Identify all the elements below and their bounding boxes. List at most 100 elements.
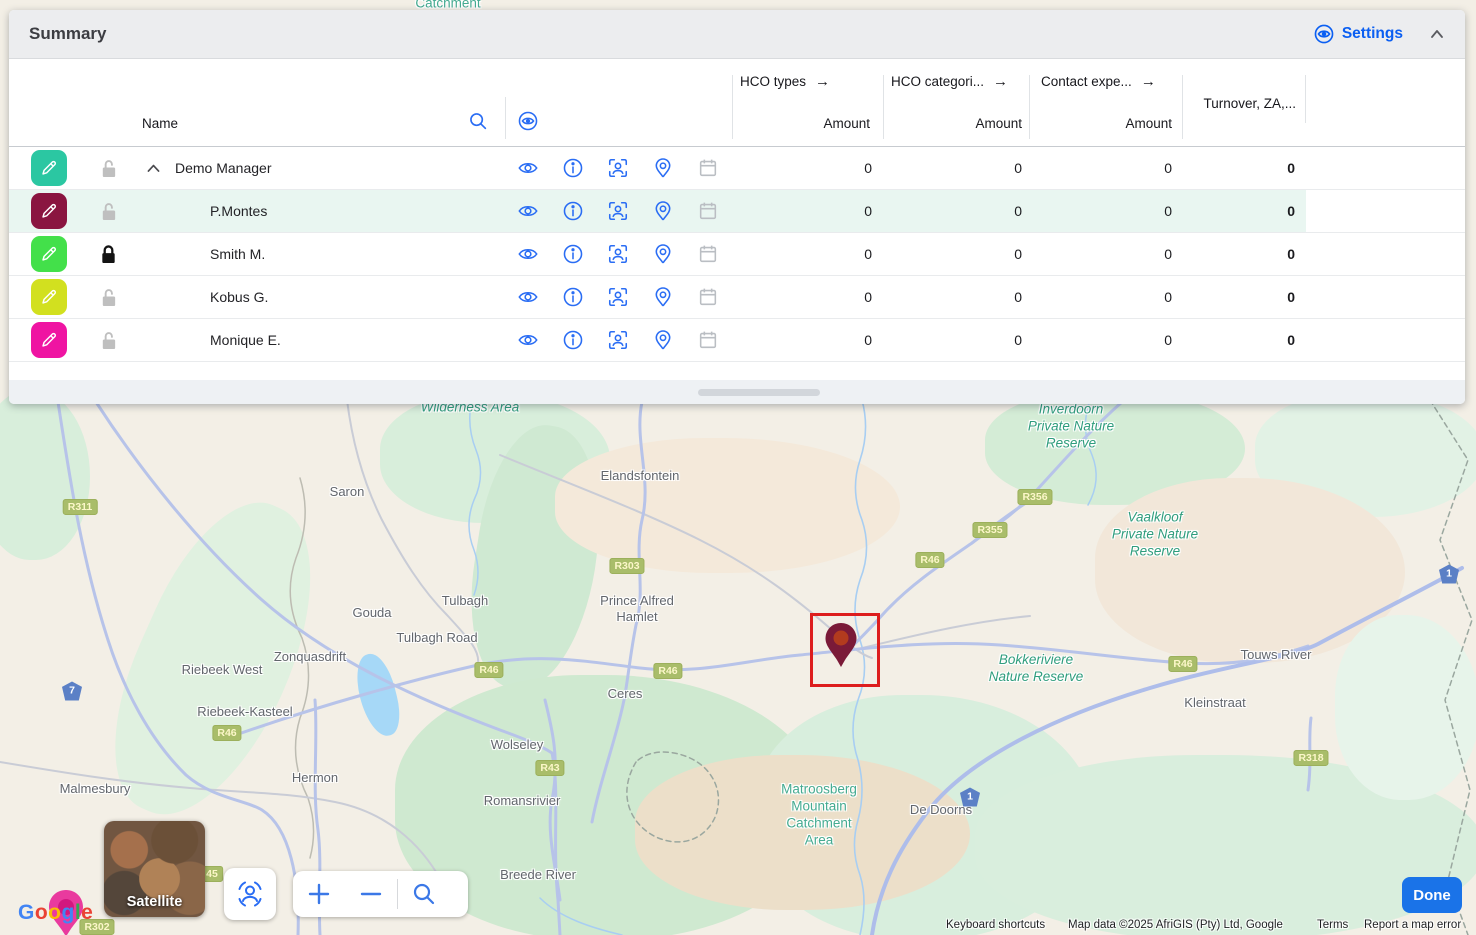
map-place-label: Kleinstraat xyxy=(1184,695,1245,711)
locked-icon[interactable] xyxy=(99,244,118,265)
road-badge: R355 xyxy=(972,522,1007,538)
table-row[interactable]: Demo Manager0000 xyxy=(9,147,1465,190)
view-icon[interactable] xyxy=(517,243,539,265)
report-map-error-link[interactable]: Report a map error xyxy=(1364,919,1461,931)
amount-value: 0 xyxy=(1164,246,1172,262)
map-marker-pin[interactable] xyxy=(823,621,859,673)
calendar-icon[interactable] xyxy=(697,329,719,351)
collapse-row-chevron[interactable] xyxy=(145,160,162,177)
calendar-icon[interactable] xyxy=(697,243,719,265)
visibility-column-button[interactable] xyxy=(517,110,539,132)
amount-value: 0 xyxy=(1164,332,1172,348)
expand-column-arrow-icon[interactable]: → xyxy=(993,73,1008,90)
panel-collapse-chevron[interactable] xyxy=(1427,24,1447,44)
view-icon[interactable] xyxy=(517,329,539,351)
divider xyxy=(1182,75,1183,139)
google-logo: Google xyxy=(18,901,93,925)
minus-icon xyxy=(358,881,384,907)
map-search-button[interactable] xyxy=(398,871,450,917)
profile-focus-icon[interactable] xyxy=(607,329,629,351)
keyboard-shortcuts-link[interactable]: Keyboard shortcuts xyxy=(946,919,1045,931)
expand-column-arrow-icon[interactable]: → xyxy=(815,73,830,90)
table-row[interactable]: Monique E.0000 xyxy=(9,319,1465,362)
info-icon[interactable] xyxy=(562,243,584,265)
map-place-label: Zonquasdrift xyxy=(274,649,346,665)
column-group-label: HCO types xyxy=(740,74,806,89)
divider xyxy=(883,75,884,139)
row-name: Smith M. xyxy=(210,246,265,262)
unlocked-icon[interactable] xyxy=(99,330,118,351)
column-group-label: HCO categori... xyxy=(891,74,984,89)
edit-row-button[interactable] xyxy=(31,322,67,358)
chevron-up-icon xyxy=(1427,24,1447,44)
road-badge: R46 xyxy=(915,552,944,568)
calendar-icon[interactable] xyxy=(697,286,719,308)
info-icon[interactable] xyxy=(562,286,584,308)
map-place-label: Ceres xyxy=(608,686,643,702)
divider xyxy=(1305,75,1306,123)
settings-button[interactable]: Settings xyxy=(1313,23,1403,45)
view-icon[interactable] xyxy=(517,286,539,308)
edit-row-button[interactable] xyxy=(31,150,67,186)
table-row[interactable]: Smith M.0000 xyxy=(9,233,1465,276)
map-place-label: Riebeek West xyxy=(182,662,263,678)
info-icon[interactable] xyxy=(562,329,584,351)
info-icon[interactable] xyxy=(562,200,584,222)
column-header-amount: Amount xyxy=(823,116,870,131)
search-button[interactable] xyxy=(467,110,489,132)
row-name: Demo Manager xyxy=(175,160,272,176)
calendar-icon[interactable] xyxy=(697,157,719,179)
map-place-label: Breede River xyxy=(500,867,576,883)
location-pin-icon[interactable] xyxy=(652,200,674,222)
satellite-toggle[interactable]: Satellite xyxy=(104,821,205,917)
page-title: Summary xyxy=(29,24,106,44)
map-area-label: Matroosberg Mountain Catchment Area xyxy=(781,781,857,849)
unlocked-icon[interactable] xyxy=(99,158,118,179)
table-footer xyxy=(9,380,1465,404)
road-badge: R318 xyxy=(1293,750,1328,766)
unlocked-icon[interactable] xyxy=(99,201,118,222)
column-header-name: Name xyxy=(142,116,178,131)
calendar-icon[interactable] xyxy=(697,200,719,222)
table-row[interactable]: Kobus G.0000 xyxy=(9,276,1465,319)
column-header-amount: Amount xyxy=(1125,116,1172,131)
location-pin-icon[interactable] xyxy=(652,157,674,179)
column-group-contact: Contact expe... → xyxy=(1041,73,1156,90)
column-group-hco-categories: HCO categori... → xyxy=(891,73,1008,90)
road-badge: R356 xyxy=(1017,489,1052,505)
location-pin-icon[interactable] xyxy=(652,329,674,351)
edit-row-button[interactable] xyxy=(31,279,67,315)
road-badge: R46 xyxy=(212,725,241,741)
map-place-label: Tulbagh Road xyxy=(396,630,477,646)
road-badge: R46 xyxy=(653,663,682,679)
profile-focus-icon[interactable] xyxy=(607,286,629,308)
expand-column-arrow-icon[interactable]: → xyxy=(1141,73,1156,90)
column-header-amount: Amount xyxy=(975,116,1022,131)
profile-focus-icon[interactable] xyxy=(607,243,629,265)
horizontal-scrollbar[interactable] xyxy=(698,389,820,396)
terms-link[interactable]: Terms xyxy=(1317,919,1348,931)
column-header-turnover: Turnover, ZA,... xyxy=(1203,96,1296,111)
location-pin-icon[interactable] xyxy=(652,243,674,265)
summary-panel: Summary Settings HCO types → HC xyxy=(9,10,1465,404)
location-pin-icon[interactable] xyxy=(652,286,674,308)
edit-row-button[interactable] xyxy=(31,236,67,272)
info-icon[interactable] xyxy=(562,157,584,179)
amount-value: 0 xyxy=(1014,246,1022,262)
profile-focus-icon[interactable] xyxy=(607,157,629,179)
profile-focus-icon[interactable] xyxy=(607,200,629,222)
pegman-locate-button[interactable] xyxy=(224,868,276,920)
amount-value: 0 xyxy=(864,203,872,219)
divider xyxy=(732,75,733,139)
table-header: HCO types → HCO categori... → Contact ex… xyxy=(9,59,1465,147)
amount-value: 0 xyxy=(864,289,872,305)
unlocked-icon[interactable] xyxy=(99,287,118,308)
zoom-out-button[interactable] xyxy=(345,871,397,917)
zoom-in-button[interactable] xyxy=(293,871,345,917)
search-icon xyxy=(411,881,437,907)
edit-row-button[interactable] xyxy=(31,193,67,229)
view-icon[interactable] xyxy=(517,200,539,222)
view-icon[interactable] xyxy=(517,157,539,179)
table-row[interactable]: P.Montes0000 xyxy=(9,190,1465,233)
done-button[interactable]: Done xyxy=(1402,877,1462,913)
